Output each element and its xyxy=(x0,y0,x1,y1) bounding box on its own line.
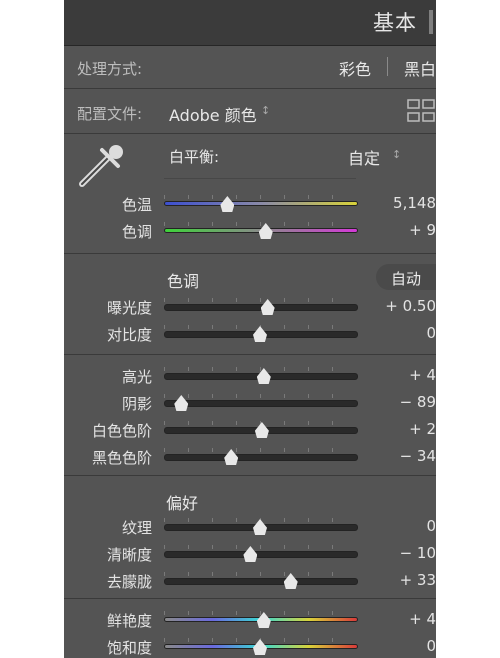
divider xyxy=(64,133,436,134)
slider-ticks xyxy=(164,545,356,549)
treatment-divider xyxy=(387,57,388,76)
panel-title: 基本 xyxy=(373,11,417,35)
slider-label: 阴影 xyxy=(121,395,152,413)
slider-label: 去朦胧 xyxy=(106,573,152,591)
slider-value[interactable]: + 2 xyxy=(356,420,436,438)
divider xyxy=(64,88,436,89)
up-down-arrows-icon[interactable]: ↕ xyxy=(261,104,270,117)
slider-value[interactable]: + 33 xyxy=(356,571,436,589)
slider-ticks xyxy=(164,367,356,371)
temperature-slider[interactable] xyxy=(164,201,358,206)
slider-label: 对比度 xyxy=(106,326,152,344)
divider xyxy=(164,178,356,179)
auto-button[interactable]: 自动 xyxy=(376,264,436,290)
slider-label: 白色色阶 xyxy=(91,422,152,440)
slider-label: 饱和度 xyxy=(106,639,152,657)
tone-header: 色调 xyxy=(167,272,200,291)
treatment-label: 处理方式: xyxy=(77,60,143,78)
slider-ticks xyxy=(164,222,356,226)
slider-ticks xyxy=(164,298,356,302)
profile-label: 配置文件: xyxy=(77,105,143,123)
slider-value[interactable]: − 10 xyxy=(356,544,436,562)
slider-value[interactable]: + 4 xyxy=(356,366,436,384)
auto-button-label: 自动 xyxy=(391,270,422,288)
divider xyxy=(64,354,436,355)
slider-value[interactable]: + 9 xyxy=(356,221,436,239)
slider-ticks xyxy=(164,195,356,199)
header-collapse-indicator[interactable] xyxy=(429,10,433,34)
basic-panel: 基本 处理方式: 彩色 黑白 配置文件: Adobe 颜色 ↕ 白平衡: 自定 … xyxy=(64,0,436,658)
dehaze-slider[interactable] xyxy=(164,578,358,585)
treatment-bw-button[interactable]: 黑白 xyxy=(404,56,436,80)
slider-ticks xyxy=(164,572,356,576)
slider-label: 高光 xyxy=(121,368,152,386)
grid-view-icon[interactable] xyxy=(407,98,436,124)
slider-label: 黑色色阶 xyxy=(91,449,152,467)
slider-value[interactable]: 0 xyxy=(356,517,436,535)
slider-value[interactable]: − 89 xyxy=(356,393,436,411)
profile-dropdown[interactable]: Adobe 颜色 xyxy=(169,102,257,126)
white-balance-dropdown[interactable]: 自定 xyxy=(348,145,380,169)
slider-value[interactable]: 5,148 xyxy=(356,194,436,212)
shadows-slider[interactable] xyxy=(164,400,358,407)
slider-label: 色调 xyxy=(121,223,152,241)
eyedropper-icon[interactable] xyxy=(74,140,130,190)
clarity-slider[interactable] xyxy=(164,551,358,558)
slider-ticks xyxy=(164,394,356,398)
slider-ticks xyxy=(164,448,356,452)
slider-label: 色温 xyxy=(121,196,152,214)
presence-header: 偏好 xyxy=(166,494,199,513)
slider-label: 纹理 xyxy=(121,519,152,537)
white-balance-label: 白平衡: xyxy=(169,148,220,166)
blacks-slider[interactable] xyxy=(164,454,358,461)
up-down-arrows-icon[interactable]: ↕ xyxy=(392,148,401,161)
divider xyxy=(64,598,436,599)
divider xyxy=(64,475,436,476)
slider-value[interactable]: − 34 xyxy=(356,447,436,465)
treatment-color-button[interactable]: 彩色 xyxy=(339,56,371,80)
slider-ticks xyxy=(164,611,356,615)
panel-header[interactable]: 基本 xyxy=(64,0,436,46)
slider-label: 清晰度 xyxy=(106,546,152,564)
slider-value[interactable]: 0 xyxy=(356,637,436,655)
slider-value[interactable]: + 0.50 xyxy=(356,297,436,315)
divider xyxy=(64,253,436,254)
slider-value[interactable]: + 4 xyxy=(356,610,436,628)
slider-label: 曝光度 xyxy=(106,299,152,317)
slider-value[interactable]: 0 xyxy=(356,324,436,342)
slider-label: 鲜艳度 xyxy=(106,612,152,630)
